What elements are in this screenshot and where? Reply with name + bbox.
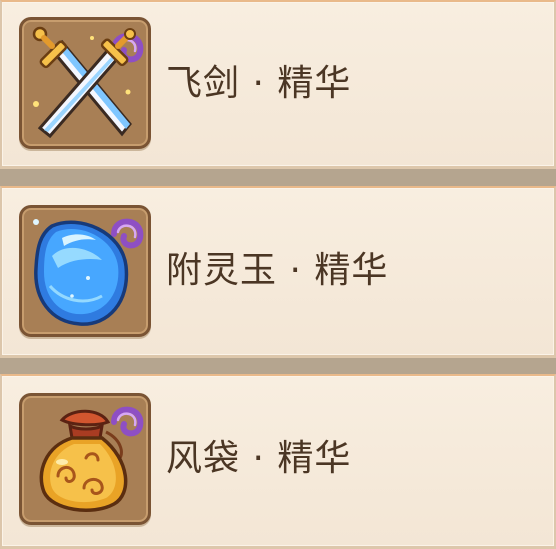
spirit-jade-icon: [33, 218, 144, 326]
list-item-spirit-jade[interactable]: 附灵玉 · 精华: [0, 186, 556, 358]
item-icon-frame: [19, 393, 151, 525]
item-icon-frame: [19, 205, 151, 337]
item-name: 风袋 · 精华: [166, 438, 352, 479]
list-item-wind-bag[interactable]: 风袋 · 精华: [0, 374, 556, 549]
wind-bag-icon: [39, 406, 144, 512]
item-name: 飞剑 · 精华: [166, 63, 352, 104]
essence-item-list: 飞剑 · 精华 附灵玉 · 精华 风袋 · 精华: [0, 0, 556, 549]
item-icon-frame: [19, 17, 151, 149]
flying-sword-icon: [32, 26, 144, 139]
item-name: 附灵玉 · 精华: [166, 250, 389, 291]
list-item-flying-sword[interactable]: 飞剑 · 精华: [0, 0, 556, 169]
